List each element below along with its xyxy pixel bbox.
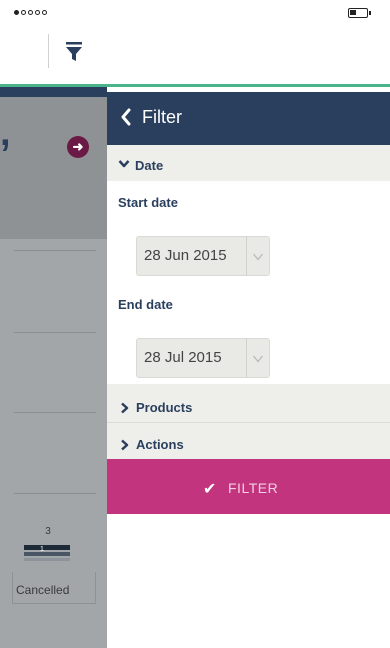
background-bar [24, 545, 70, 550]
background-back-icon: ➜ [67, 136, 89, 158]
signal-dot [14, 10, 19, 15]
top-bar-divider [48, 34, 49, 68]
signal-strength-icon [14, 10, 47, 15]
chevron-down-icon [252, 351, 264, 369]
background-count: 3 [45, 526, 51, 537]
background-divider [14, 250, 96, 251]
start-date-label: Start date [118, 195, 178, 210]
select-separator [246, 236, 247, 276]
background-card [0, 97, 107, 239]
background-divider [14, 332, 96, 333]
signal-dot [21, 10, 26, 15]
background-bar [24, 558, 70, 561]
section-actions-label: Actions [136, 437, 184, 452]
background-quote-mark: , [0, 112, 11, 154]
funnel-icon[interactable] [66, 42, 82, 67]
end-date-label: End date [118, 297, 173, 312]
select-separator [246, 338, 247, 378]
chevron-right-icon [120, 438, 129, 456]
chevron-right-icon [120, 401, 129, 419]
signal-dot [35, 10, 40, 15]
battery-icon [348, 8, 368, 18]
filter-button-label: FILTER [228, 480, 279, 496]
section-products-label: Products [136, 400, 193, 415]
background-divider [14, 412, 96, 413]
status-bar [0, 0, 390, 28]
signal-dot [42, 10, 47, 15]
section-date-label: Date [135, 158, 164, 173]
chevron-left-icon[interactable] [120, 108, 132, 131]
start-date-value: 28 Jun 2015 [144, 247, 227, 264]
background-bar [24, 552, 70, 556]
background-header [0, 87, 107, 97]
top-bar [0, 28, 390, 82]
signal-dot [28, 10, 33, 15]
background-divider [14, 493, 96, 494]
battery-tip [369, 11, 371, 15]
end-date-value: 28 Jul 2015 [144, 349, 222, 366]
chevron-down-icon [252, 249, 264, 267]
battery-level [350, 10, 356, 15]
filter-panel-title: Filter [142, 107, 182, 127]
chevron-down-icon [118, 156, 130, 174]
background-status-label: Cancelled [16, 583, 70, 597]
check-icon: ✔ [203, 481, 217, 498]
